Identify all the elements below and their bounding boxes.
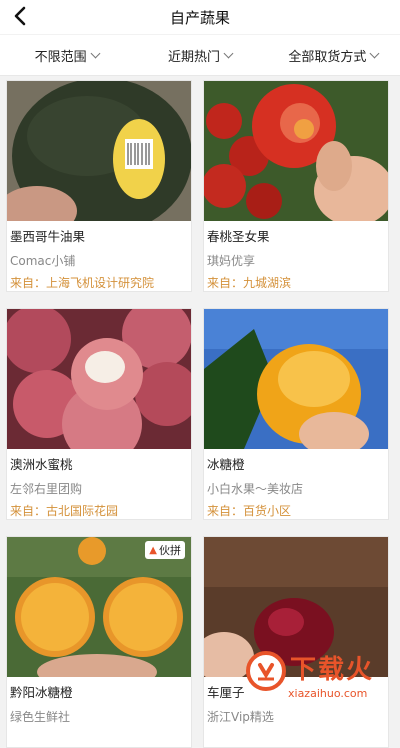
product-origin: 来自：上海飞机设计研究院 — [10, 276, 155, 290]
product-name: 春桃圣女果 — [207, 229, 270, 244]
shop-name: 左邻右里团购 — [10, 482, 83, 496]
product-name: 黔阳冰糖橙 — [10, 685, 73, 700]
filter-label: 不限范围 — [34, 49, 87, 65]
back-button[interactable] — [8, 3, 32, 29]
shop-name: Comac小铺 — [10, 254, 76, 268]
orange-photo — [204, 309, 388, 449]
peach-photo — [7, 309, 191, 449]
watermark-url: xiazaihuo.com — [288, 687, 368, 700]
product-card[interactable]: 澳洲水蜜桃 左邻右里团购 来自：古北国际花园 — [6, 308, 192, 520]
product-card[interactable]: ▲ 伙拼 黔阳冰糖橙 绿色生鲜社 — [6, 536, 192, 748]
product-card[interactable]: 墨西哥牛油果 Comac小铺 来自：上海飞机设计研究院 — [6, 80, 192, 292]
product-name: 墨西哥牛油果 — [10, 229, 86, 244]
product-origin: 来自：九城湖滨 — [207, 276, 292, 290]
product-name: 澳洲水蜜桃 — [10, 457, 73, 472]
page-title: 自产蔬果 — [169, 8, 230, 27]
product-origin: 来自：百货小区 — [207, 504, 292, 518]
avocado-photo — [7, 81, 191, 221]
product-name: 冰糖橙 — [207, 457, 245, 472]
product-card[interactable]: 春桃圣女果 琪妈优享 来自：九城湖滨 — [203, 80, 389, 292]
filter-bar: 不限范围 近期热门 全部取货方式 — [0, 35, 400, 76]
shop-name: 琪妈优享 — [207, 254, 256, 268]
watermark-text: 下载火 — [290, 655, 375, 685]
watermark: 下载火 xiazaihuo.com — [242, 647, 392, 709]
flame-icon: ▲ — [149, 544, 157, 556]
product-origin: 来自：古北国际花园 — [10, 504, 119, 518]
product-name: 车厘子 — [207, 685, 245, 700]
filter-range[interactable]: 不限范围 — [0, 35, 133, 75]
product-card[interactable]: 冰糖橙 小白水果～美妆店 来自：百货小区 — [203, 308, 389, 520]
product-card[interactable]: 车厘子 浙江Vip精选 — [203, 536, 389, 748]
filter-pickup[interactable]: 全部取货方式 — [267, 35, 400, 75]
filter-label: 近期热门 — [167, 49, 220, 65]
top-bar: 自产蔬果 — [0, 0, 400, 34]
group-buy-badge: ▲ 伙拼 — [145, 541, 185, 559]
chevron-down-icon — [223, 48, 234, 58]
filter-popular[interactable]: 近期热门 — [133, 35, 266, 75]
chevron-down-icon — [90, 48, 101, 58]
chevron-left-icon — [14, 6, 26, 26]
watermark-logo-icon — [246, 651, 286, 691]
filter-label: 全部取货方式 — [288, 49, 367, 65]
chevron-down-icon — [369, 48, 380, 58]
tomato-photo — [204, 81, 388, 221]
badge-label: 伙拼 — [159, 544, 181, 557]
shop-name: 小白水果～美妆店 — [207, 482, 304, 496]
